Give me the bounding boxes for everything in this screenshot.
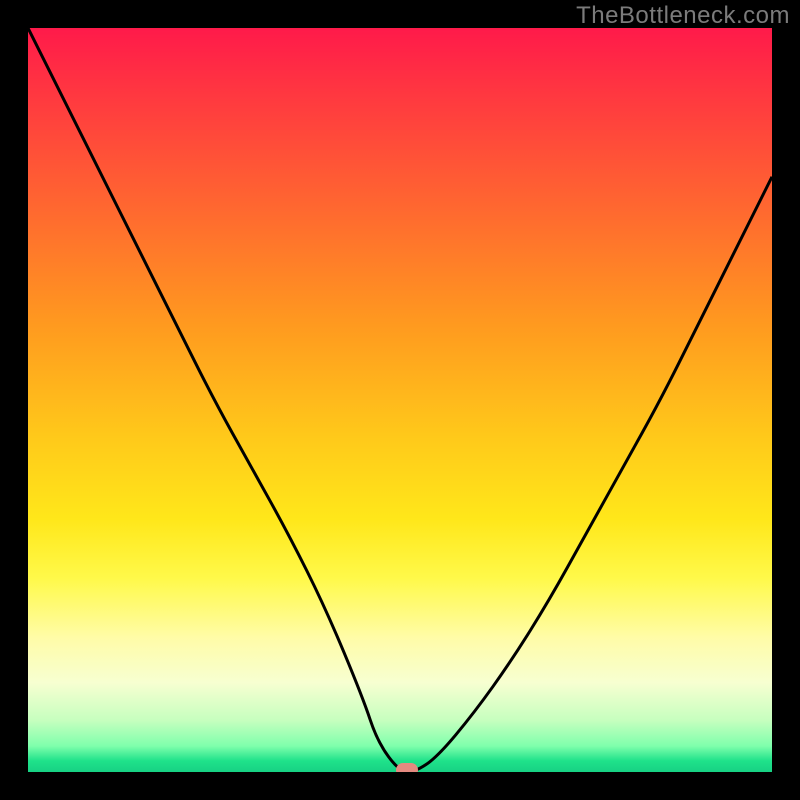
bottleneck-curve: [28, 28, 772, 772]
optimal-point-marker: [396, 763, 418, 772]
watermark-text: TheBottleneck.com: [576, 2, 790, 30]
chart-frame: TheBottleneck.com: [0, 0, 800, 800]
plot-area: [28, 28, 772, 772]
curve-path: [28, 28, 772, 772]
